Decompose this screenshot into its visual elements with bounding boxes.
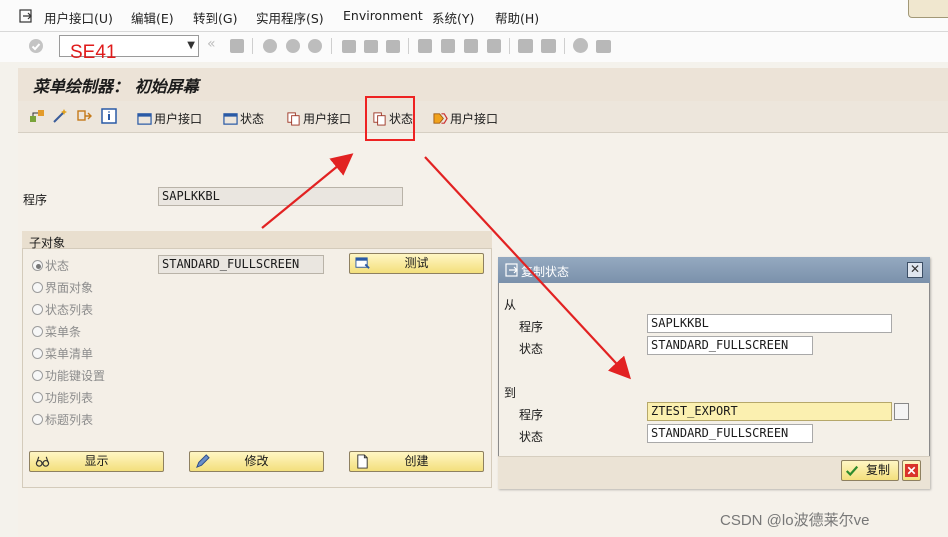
arrow-to-status-button	[261, 153, 354, 229]
watermark: CSDN @lo波德莱尔ve	[720, 512, 870, 529]
annotation-arrows	[261, 153, 631, 380]
arrow-to-target-program	[424, 156, 631, 380]
